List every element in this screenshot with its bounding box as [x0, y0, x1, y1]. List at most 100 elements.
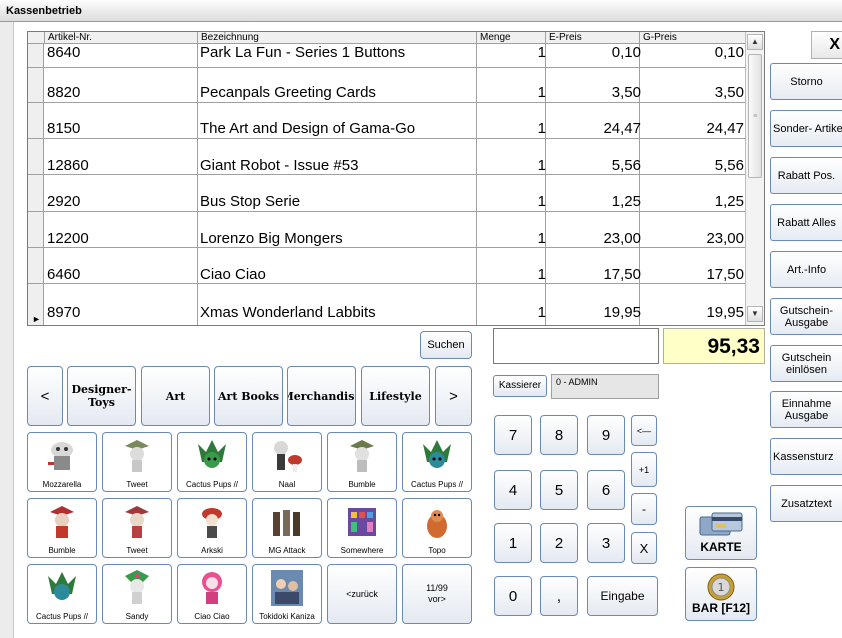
product-tile[interactable]: Tweet [102, 498, 172, 558]
card-payment-button[interactable]: KARTE [685, 506, 757, 560]
col-header-epreis[interactable]: E-Preis [545, 32, 639, 44]
row-selector[interactable] [28, 248, 44, 284]
enter-button[interactable]: Eingabe [587, 576, 658, 616]
gutschein-ausgabe-button[interactable]: Gutschein- Ausgabe [770, 298, 842, 335]
key-1[interactable]: 1 [494, 523, 532, 563]
row-selector[interactable] [28, 103, 44, 139]
close-button[interactable]: X [811, 31, 842, 59]
search-button[interactable]: Suchen [420, 331, 472, 359]
backspace-button[interactable]: <— [631, 415, 657, 446]
scroll-up-icon[interactable]: ▲ [747, 34, 763, 50]
row-selector[interactable] [28, 44, 44, 68]
cell-menge: 1 [537, 84, 546, 101]
product-tile[interactable]: Bumble [327, 432, 397, 492]
cell-menge: 1 [537, 120, 546, 137]
category-next-button[interactable]: > [435, 366, 472, 426]
category-art[interactable]: Art [141, 366, 210, 426]
scroll-thumb[interactable]: ≡ [748, 54, 762, 178]
clear-button[interactable]: X [631, 532, 657, 564]
row-selector[interactable]: ► [28, 284, 44, 325]
page-back-button[interactable]: <zurück [327, 564, 397, 624]
table-row[interactable]: 8640 Park La Fun - Series 1 Buttons 1 0,… [44, 44, 746, 68]
product-tile[interactable]: Arkski [177, 498, 247, 558]
row-selector[interactable] [28, 175, 44, 212]
rabatt-alles-button[interactable]: Rabatt Alles [770, 204, 842, 241]
product-tile[interactable]: Tokidoki Kaniza [252, 564, 322, 624]
product-tile[interactable]: Mozzarella [27, 432, 97, 492]
cell-name: The Art and Design of Gama-Go [200, 120, 416, 137]
product-tile[interactable]: Tweet [102, 432, 172, 492]
product-tile[interactable]: Cactus Pups // [177, 432, 247, 492]
cell-epreis: 24,47 [603, 120, 641, 137]
col-header-bezeichnung[interactable]: Bezeichnung [197, 32, 476, 44]
row-selector[interactable] [28, 139, 44, 175]
table-row[interactable]: 12860 Giant Robot - Issue #53 1 5,56 5,5… [44, 139, 746, 175]
key-3[interactable]: 3 [587, 523, 625, 563]
table-row[interactable]: 8970 Xmas Wonderland Labbits 1 19,95 19,… [44, 284, 746, 325]
table-row[interactable]: 8150 The Art and Design of Gama-Go 1 24,… [44, 103, 746, 139]
product-tile[interactable]: Naal [252, 432, 322, 492]
product-tile[interactable]: Somewhere [327, 498, 397, 558]
einnahme-ausgabe-button[interactable]: Einnahme Ausgabe [770, 391, 842, 428]
product-tile[interactable]: MG Attack [252, 498, 322, 558]
key-comma[interactable]: , [540, 576, 578, 616]
row-selector[interactable] [28, 68, 44, 103]
storno-button[interactable]: Storno [770, 63, 842, 100]
key-5[interactable]: 5 [540, 470, 578, 510]
cell-artnr: 6460 [47, 266, 81, 283]
plus-one-button[interactable]: +1 [631, 452, 657, 487]
cell-name: Park La Fun - Series 1 Buttons [200, 44, 406, 61]
cell-epreis: 1,25 [611, 193, 641, 210]
cell-artnr: 12200 [47, 230, 89, 247]
rabatt-pos-button[interactable]: Rabatt Pos. [770, 157, 842, 194]
zusatztext-button[interactable]: Zusatztext [770, 485, 842, 522]
sonder-artikel-button[interactable]: Sonder- Artikel [770, 110, 842, 147]
entry-input[interactable] [493, 328, 659, 364]
product-tile[interactable]: Ciao Ciao [177, 564, 247, 624]
category-lifestyle[interactable]: Lifestyle [361, 366, 430, 426]
gutschein-einloesen-button[interactable]: Gutschein einlösen [770, 345, 842, 382]
row-selector[interactable] [28, 212, 44, 248]
key-6[interactable]: 6 [587, 470, 625, 510]
cell-name: Bus Stop Serie [200, 193, 301, 210]
kassierer-button[interactable]: Kassierer [493, 375, 547, 397]
window-title: Kassenbetrieb [0, 0, 842, 22]
table-row[interactable]: 12200 Lorenzo Big Mongers 1 23,00 23,00 [44, 212, 746, 248]
table-row[interactable]: 2920 Bus Stop Serie 1 1,25 1,25 [44, 175, 746, 212]
key-8[interactable]: 8 [540, 415, 578, 455]
col-header-gpreis[interactable]: G-Preis [639, 32, 746, 44]
page-forward-button[interactable]: 11/99 vor> [402, 564, 472, 624]
category-designer-toys[interactable]: Designer-Toys [67, 366, 136, 426]
product-image-icon [125, 570, 149, 604]
key-9[interactable]: 9 [587, 415, 625, 455]
cell-menge: 1 [537, 230, 546, 247]
key-0[interactable]: 0 [494, 576, 532, 616]
scroll-down-icon[interactable]: ▼ [747, 306, 763, 322]
art-info-button[interactable]: Art.-Info [770, 251, 842, 288]
category-merchandise[interactable]: Merchandise [287, 366, 356, 426]
cash-payment-button[interactable]: 1 BAR [F12] [685, 567, 757, 621]
product-label: Cactus Pups // [185, 480, 239, 489]
key-2[interactable]: 2 [540, 523, 578, 563]
category-prev-button[interactable]: < [27, 366, 63, 426]
product-tile[interactable]: Cactus Pups // [27, 564, 97, 624]
product-tile[interactable]: Cactus Pups // [402, 432, 472, 492]
product-tile[interactable]: Bumble [27, 498, 97, 558]
key-7[interactable]: 7 [494, 415, 532, 455]
kassensturz-button[interactable]: Kassensturz [770, 438, 842, 475]
cell-artnr: 8970 [47, 304, 81, 321]
product-tile[interactable]: Sandy [102, 564, 172, 624]
category-art-books[interactable]: Art Books [214, 366, 283, 426]
product-image-icon [274, 441, 302, 472]
col-header-menge[interactable]: Menge [476, 32, 545, 44]
grid-vertical-scrollbar[interactable]: ▲ ≡ ▼ [745, 32, 764, 325]
cell-gpreis: 19,95 [706, 304, 744, 321]
minus-button[interactable]: - [631, 493, 657, 525]
key-4[interactable]: 4 [494, 470, 532, 510]
cell-artnr: 8150 [47, 120, 81, 137]
table-row[interactable]: 6460 Ciao Ciao 1 17,50 17,50 [44, 248, 746, 284]
product-tile[interactable]: Topo [402, 498, 472, 558]
kassierer-value: 0 - ADMIN [551, 374, 659, 399]
table-row[interactable]: 8820 Pecanpals Greeting Cards 1 3,50 3,5… [44, 68, 746, 103]
col-header-artnr[interactable]: Artikel-Nr. [44, 32, 197, 44]
